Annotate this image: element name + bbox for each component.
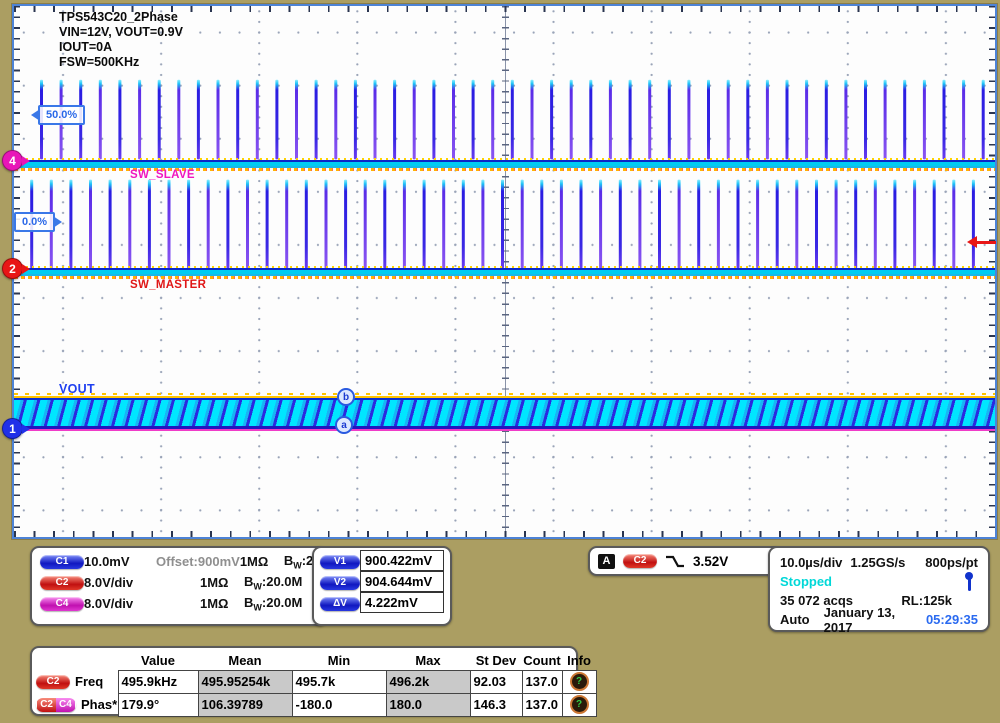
sample-resolution: 800ps/pt <box>925 555 978 570</box>
col-header-info: Info <box>562 650 596 670</box>
v1-value: 900.422mV <box>360 550 444 571</box>
channel4-bandwidth: BW:20.0M <box>244 595 318 613</box>
trigger-level-value: 3.52V <box>693 554 728 569</box>
channel4-position-marker[interactable]: 4 <box>2 150 23 171</box>
phase-source-badge[interactable]: C2C4 <box>36 698 76 712</box>
info-icon[interactable]: ? <box>570 695 589 714</box>
ref-marker-0pct[interactable]: 0.0% <box>14 212 55 232</box>
annotation-line: TPS543C20_2Phase <box>59 10 183 25</box>
channel4-scale: 8.0V/div <box>84 596 156 611</box>
measurements-panel[interactable]: Value Mean Min Max St Dev Count Info C2 … <box>30 646 578 716</box>
cursor-v1-row: V1 900.422mV <box>320 551 444 572</box>
sw_slave-baseline-band <box>14 160 995 168</box>
channel1-offset: Offset:900mV <box>156 554 240 569</box>
annotation-line: VIN=12V, VOUT=0.9V <box>59 25 183 40</box>
col-header-stdev: St Dev <box>470 650 522 670</box>
timebase-row1: 10.0µs/div 1.25GS/s 800ps/pt <box>780 553 978 572</box>
channel2-row[interactable]: C2 8.0V/div 1MΩ BW:20.0M <box>40 572 318 593</box>
measurement-name: Freq <box>75 674 103 689</box>
freq-max: 496.2k <box>386 670 471 694</box>
trigger-mode: Auto <box>780 612 810 627</box>
channel2-badge[interactable]: C2 <box>40 576 84 590</box>
annotation-line: FSW=500KHz <box>59 55 183 70</box>
col-header-count: Count <box>522 650 562 670</box>
cursor-b-handle[interactable]: b <box>337 388 355 406</box>
time-stamp: 05:29:35 <box>926 612 978 627</box>
cursor-a-handle[interactable]: a <box>335 416 353 434</box>
trigger-panel[interactable]: A C2 3.52V <box>588 546 784 576</box>
channel1-position-marker[interactable]: 1 <box>2 418 23 439</box>
v1-badge[interactable]: V1 <box>320 555 360 569</box>
oscilloscope-screen: TPS543C20_2Phase VIN=12V, VOUT=0.9V IOUT… <box>0 0 1000 723</box>
label-sw-master: SW_MASTER <box>130 279 206 291</box>
channel4-impedance: 1MΩ <box>200 596 244 611</box>
phase-min: -180.0 <box>292 693 387 717</box>
measurement-row-phase[interactable]: C2C4 Phas* <box>34 693 118 716</box>
channel1-row[interactable]: C1 10.0mV Offset:900mV 1MΩ BW:20.0M <box>40 551 318 572</box>
channel2-impedance: 1MΩ <box>200 575 244 590</box>
acquisition-status: Stopped <box>780 574 832 589</box>
channel-settings-panel[interactable]: C1 10.0mV Offset:900mV 1MΩ BW:20.0M C2 8… <box>30 546 328 626</box>
col-header-value: Value <box>118 650 198 670</box>
channel2-position-marker[interactable]: 2 <box>2 258 23 279</box>
phase-mean: 106.39789 <box>198 693 293 717</box>
channel1-scale: 10.0mV <box>84 554 156 569</box>
v2-value: 904.644mV <box>360 571 444 592</box>
v2-badge[interactable]: V2 <box>320 576 360 590</box>
channel4-row[interactable]: C4 8.0V/div 1MΩ BW:20.0M <box>40 593 318 614</box>
trigger-a-badge: A <box>598 554 615 569</box>
setup-annotation: TPS543C20_2Phase VIN=12V, VOUT=0.9V IOUT… <box>59 10 183 70</box>
phase-info-cell: ? <box>562 693 597 717</box>
freq-info-cell: ? <box>562 670 597 694</box>
label-sw-slave: SW_SLAVE <box>130 169 195 181</box>
channel1-badge[interactable]: C1 <box>40 555 84 569</box>
freq-stdev: 92.03 <box>470 670 523 694</box>
annotation-line: IOUT=0A <box>59 40 183 55</box>
channel1-impedance: 1MΩ <box>240 554 284 569</box>
freq-count: 137.0 <box>522 670 563 694</box>
measurements-table: Value Mean Min Max St Dev Count Info C2 … <box>34 650 574 716</box>
timebase-scale: 10.0µs/div <box>780 555 842 570</box>
delta-v-badge[interactable]: ΔV <box>320 597 360 611</box>
freq-mean: 495.95254k <box>198 670 293 694</box>
trigger-level-arrow[interactable] <box>976 241 996 244</box>
sw_master-baseline-band <box>14 268 995 276</box>
channel2-bandwidth: BW:20.0M <box>244 574 318 592</box>
thermometer-icon <box>964 572 974 591</box>
sample-rate: 1.25GS/s <box>850 555 905 570</box>
timebase-row4: Auto January 13, 2017 05:29:35 <box>780 610 978 629</box>
phase-stdev: 146.3 <box>470 693 523 717</box>
delta-v-value: 4.222mV <box>360 592 444 613</box>
freq-source-badge[interactable]: C2 <box>36 675 70 689</box>
ref-marker-50pct[interactable]: 50.0% <box>38 105 85 125</box>
timebase-panel[interactable]: 10.0µs/div 1.25GS/s 800ps/pt Stopped 35 … <box>768 546 990 632</box>
col-header-mean: Mean <box>198 650 292 670</box>
col-header-max: Max <box>386 650 470 670</box>
phase-max: 180.0 <box>386 693 471 717</box>
date-stamp: January 13, 2017 <box>824 605 926 635</box>
waveform-graticule: TPS543C20_2Phase VIN=12V, VOUT=0.9V IOUT… <box>12 4 997 539</box>
label-vout: VOUT <box>59 382 95 396</box>
header-spacer <box>34 650 118 670</box>
info-icon[interactable]: ? <box>570 672 589 691</box>
freq-value: 495.9kHz <box>118 670 199 694</box>
cursor-readout-panel[interactable]: V1 900.422mV V2 904.644mV ΔV 4.222mV <box>312 546 452 626</box>
channel2-scale: 8.0V/div <box>84 575 156 590</box>
col-header-min: Min <box>292 650 386 670</box>
vout-ripple-band <box>14 396 995 430</box>
phase-count: 137.0 <box>522 693 563 717</box>
phase-value: 179.9° <box>118 693 199 717</box>
cursor-dv-row: ΔV 4.222mV <box>320 593 444 614</box>
timebase-row2: Stopped <box>780 572 978 591</box>
trigger-source-badge[interactable]: C2 <box>623 554 657 568</box>
cursor-v2-row: V2 904.644mV <box>320 572 444 593</box>
measurement-name: Phas* <box>81 697 117 712</box>
falling-edge-icon <box>665 554 685 568</box>
channel4-badge[interactable]: C4 <box>40 597 84 611</box>
measurement-row-freq[interactable]: C2 Freq <box>34 670 118 693</box>
freq-min: 495.7k <box>292 670 387 694</box>
